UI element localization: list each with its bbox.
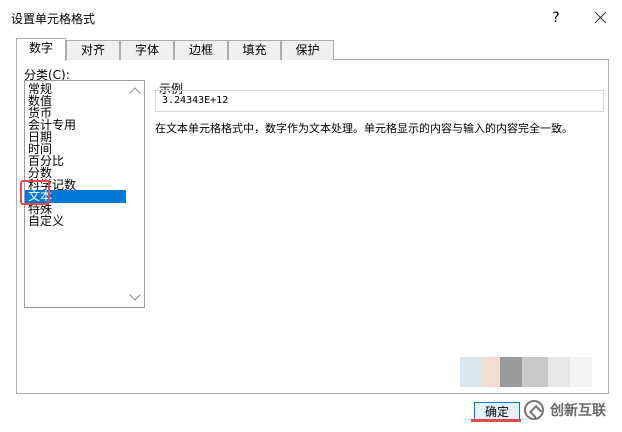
window-title: 设置单元格格式 <box>11 12 96 26</box>
scroll-up-icon[interactable] <box>129 87 141 99</box>
sample-preview-box: 3.24343E+12 <box>155 90 604 112</box>
category-scrollbar[interactable] <box>127 81 144 307</box>
watermark-text: 创新互联 <box>550 403 606 419</box>
blur-block <box>482 357 500 387</box>
blur-block <box>460 357 482 387</box>
scroll-down-icon[interactable] <box>129 289 141 301</box>
annotation-underline <box>471 419 521 422</box>
category-item-custom[interactable]: 自定义 <box>25 215 126 228</box>
blur-block <box>522 357 548 387</box>
sample-value: 3.24343E+12 <box>162 95 229 106</box>
format-description: 在文本单元格格式中，数字作为文本处理。单元格显示的内容与输入的内容完全一致。 <box>155 122 573 135</box>
tab-alignment[interactable]: 对齐 <box>66 40 120 60</box>
blur-block <box>500 357 522 387</box>
tab-font[interactable]: 字体 <box>120 40 174 60</box>
tab-protection[interactable]: 保护 <box>281 40 334 60</box>
title-bar: 设置单元格格式 ? <box>0 0 622 34</box>
blur-block <box>548 357 570 387</box>
close-icon[interactable] <box>586 5 616 31</box>
tab-border[interactable]: 边框 <box>174 40 228 60</box>
brand-logo-icon <box>524 400 544 420</box>
tab-fill[interactable]: 填充 <box>228 40 281 60</box>
tab-number[interactable]: 数字 <box>16 38 66 61</box>
annotation-highlight-box <box>20 180 50 205</box>
blur-block <box>570 357 592 387</box>
help-button[interactable]: ? <box>541 5 571 31</box>
